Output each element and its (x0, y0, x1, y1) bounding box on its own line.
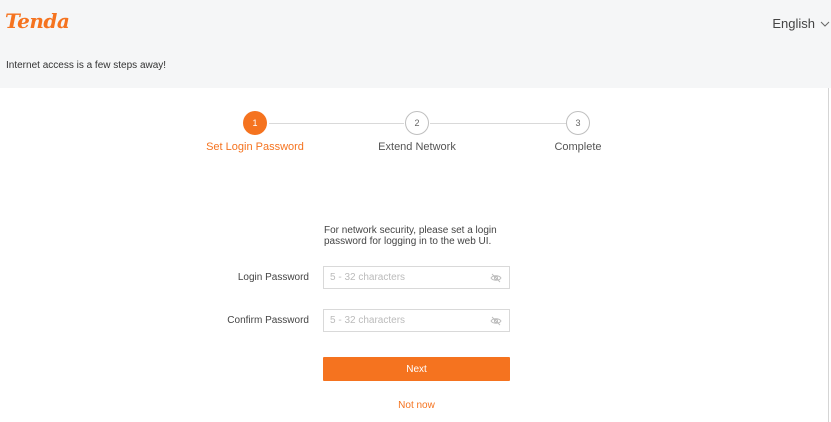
step-3-circle: 3 (566, 111, 590, 135)
login-password-field-wrapper (323, 266, 510, 289)
confirm-password-input[interactable] (324, 310, 490, 331)
confirm-password-field-wrapper (323, 309, 510, 332)
step-3-number: 3 (575, 118, 581, 128)
step-3-label: Complete (554, 141, 602, 153)
login-password-input[interactable] (324, 267, 490, 288)
step-2-circle: 2 (405, 111, 429, 135)
eye-off-icon[interactable] (490, 315, 502, 327)
step-2-label: Extend Network (378, 141, 456, 153)
next-button[interactable]: Next (323, 357, 510, 381)
step-connector-1 (269, 123, 404, 124)
step-1-number: 1 (252, 118, 258, 128)
step-connector-2 (430, 123, 566, 124)
not-now-link[interactable]: Not now (323, 400, 510, 411)
confirm-password-label: Confirm Password (227, 315, 309, 326)
eye-off-icon[interactable] (490, 272, 502, 284)
step-1-circle: 1 (243, 111, 267, 135)
setup-stepper: 1 2 3 Set Login Password Extend Network … (0, 0, 831, 170)
login-password-label: Login Password (237, 272, 309, 283)
security-hint: For network security, please set a login… (324, 225, 497, 247)
step-1-label: Set Login Password (206, 141, 304, 153)
step-2-number: 2 (414, 118, 420, 128)
